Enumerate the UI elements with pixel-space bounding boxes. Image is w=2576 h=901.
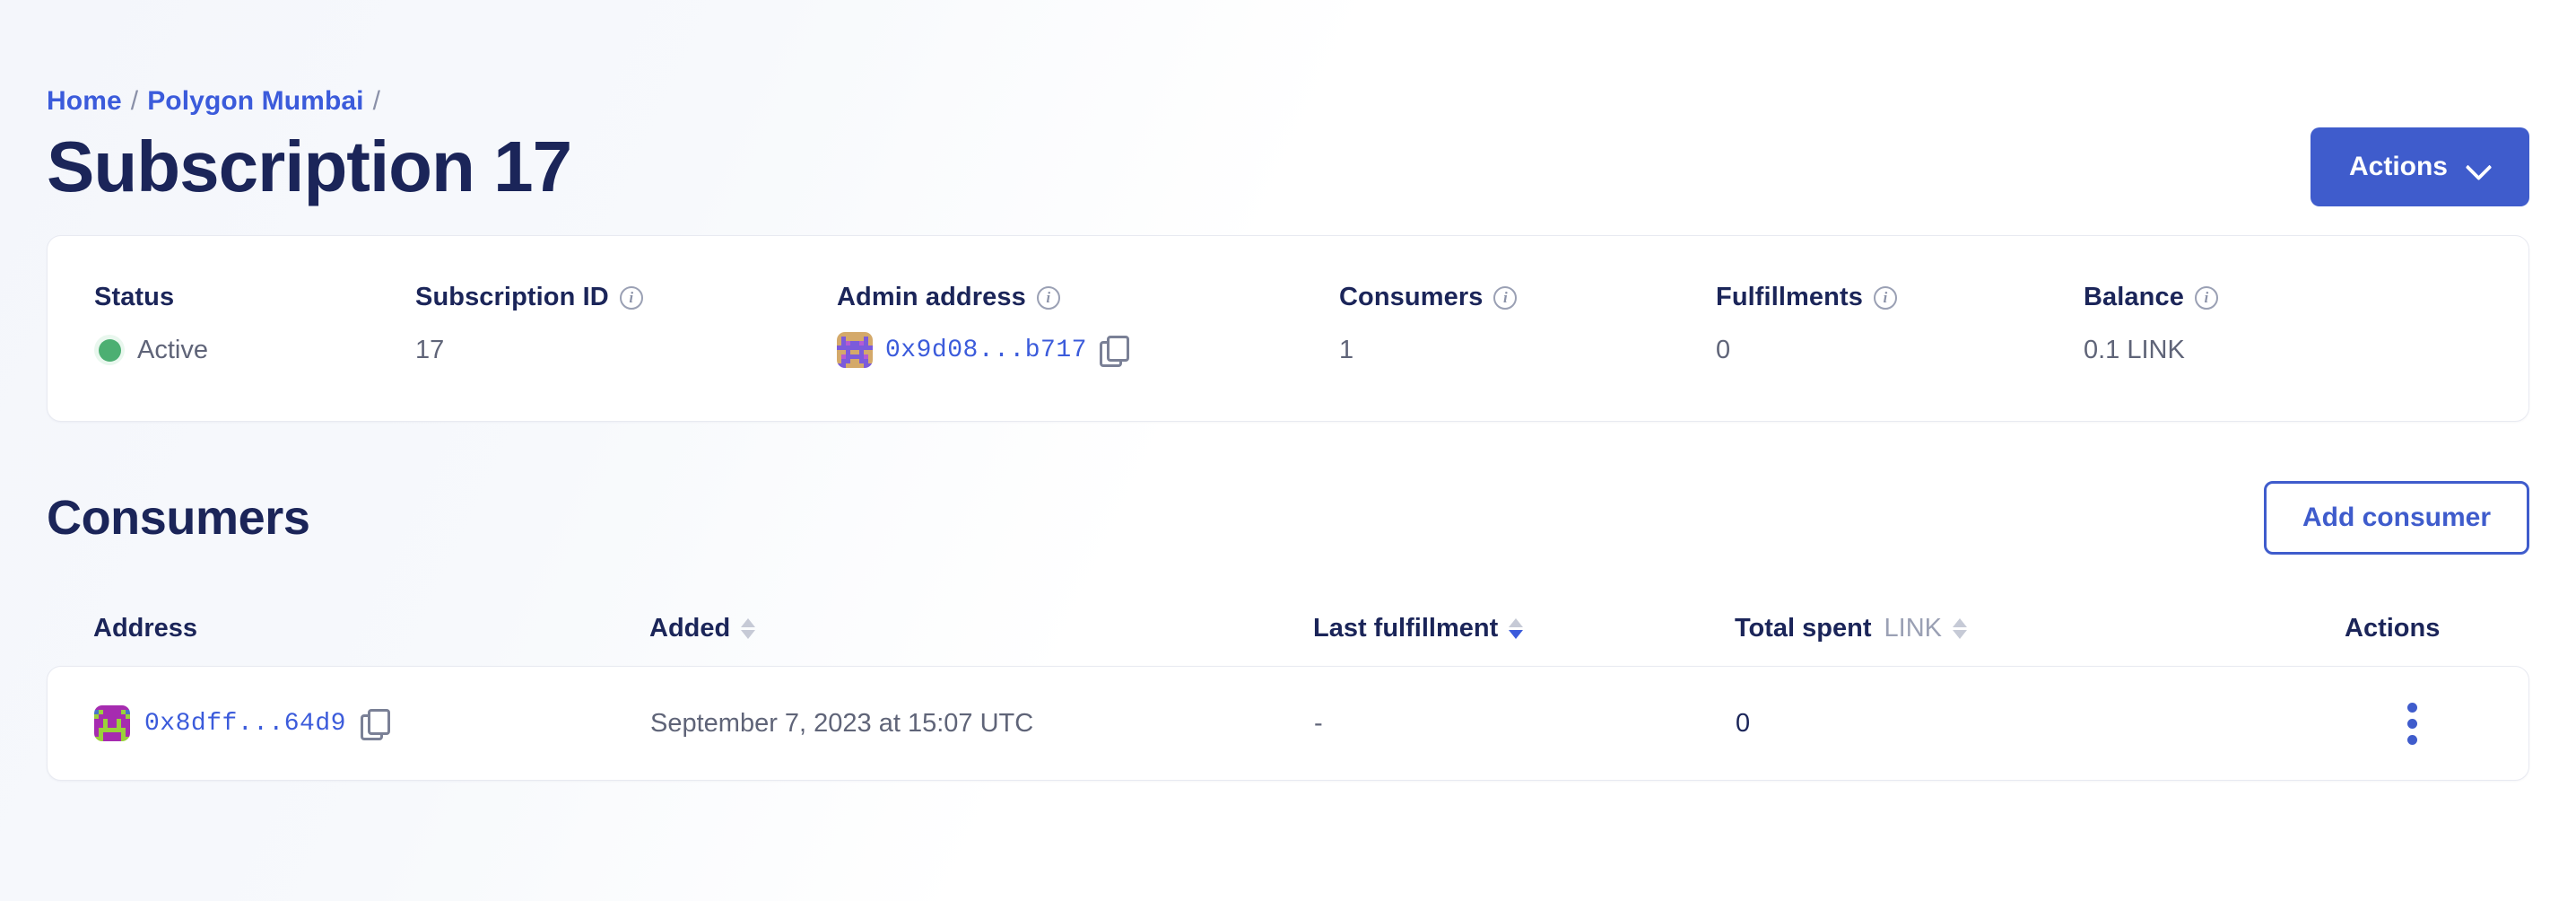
status-indicator-icon bbox=[94, 335, 125, 365]
stat-balance-label: Balance i bbox=[2084, 283, 2442, 312]
page-header: Subscription 17 Actions bbox=[47, 127, 2529, 206]
column-header-last-fulfillment-label: Last fulfillment bbox=[1313, 613, 1499, 643]
cell-last-fulfillment-text: - bbox=[1314, 708, 1323, 738]
table-row[interactable]: 0x8dff...64d9 September 7, 2023 at 15:07… bbox=[47, 666, 2529, 781]
actions-button[interactable]: Actions bbox=[2311, 127, 2529, 206]
column-header-added-label: Added bbox=[649, 613, 731, 643]
info-icon-balance[interactable]: i bbox=[2194, 285, 2218, 310]
stat-status-label: Status bbox=[94, 283, 415, 312]
breadcrumb-item-home[interactable]: Home bbox=[47, 86, 122, 117]
stat-fulfillments-value: 0 bbox=[1716, 335, 1731, 364]
column-header-total-spent[interactable]: Total spent LINK bbox=[1735, 614, 2345, 643]
stat-status-value: Active bbox=[94, 330, 415, 370]
stat-admin-address-label-text: Admin address bbox=[837, 283, 1026, 311]
column-header-address: Address bbox=[93, 614, 649, 643]
breadcrumb-item-network[interactable]: Polygon Mumbai bbox=[147, 86, 363, 117]
stat-subscription-id-label-text: Subscription ID bbox=[415, 283, 609, 311]
consumer-address-link[interactable]: 0x8dff...64d9 bbox=[144, 710, 346, 738]
stat-fulfillments-label: Fulfillments i bbox=[1716, 283, 2084, 312]
chevron-down-icon bbox=[2467, 155, 2491, 179]
column-header-added[interactable]: Added bbox=[649, 614, 1313, 643]
page-title: Subscription 17 bbox=[47, 127, 572, 206]
stat-admin-address-label: Admin address i bbox=[837, 283, 1339, 312]
subscription-summary-card: Status Active Subscription ID i 17 Admin… bbox=[47, 235, 2529, 422]
actions-button-label: Actions bbox=[2348, 152, 2448, 181]
stat-subscription-id: Subscription ID i 17 bbox=[415, 283, 837, 370]
cell-last-fulfillment: - bbox=[1314, 709, 1736, 739]
column-header-actions-label: Actions bbox=[2345, 613, 2441, 643]
stat-balance: Balance i 0.1 LINK bbox=[2084, 283, 2442, 370]
cell-actions bbox=[2345, 695, 2482, 752]
breadcrumb-separator-2: / bbox=[372, 86, 381, 116]
cell-added-text: September 7, 2023 at 15:07 UTC bbox=[650, 708, 1034, 738]
consumers-title: Consumers bbox=[47, 491, 310, 545]
sort-arrows-icon-last-fulfillment[interactable] bbox=[1509, 617, 1524, 639]
consumers-section-header: Consumers Add consumer bbox=[47, 481, 2529, 555]
cell-address: 0x8dff...64d9 bbox=[94, 705, 650, 741]
cell-total-spent-text: 0 bbox=[1736, 708, 1751, 738]
admin-address-blockie bbox=[837, 332, 873, 368]
add-consumer-button[interactable]: Add consumer bbox=[2263, 481, 2529, 555]
column-header-total-spent-label: Total spent bbox=[1735, 613, 1872, 643]
stat-balance-label-text: Balance bbox=[2084, 283, 2184, 311]
column-header-total-spent-unit: LINK bbox=[1884, 613, 1943, 643]
subscription-detail-page: Home / Polygon Mumbai / Subscription 17 … bbox=[0, 0, 2576, 901]
stat-subscription-id-value: 17 bbox=[415, 335, 445, 364]
info-icon-fulfillments[interactable]: i bbox=[1873, 285, 1897, 310]
admin-address-link[interactable]: 0x9d08...b717 bbox=[885, 337, 1087, 364]
stat-consumers-label-text: Consumers bbox=[1339, 283, 1484, 311]
consumer-address-blockie bbox=[94, 705, 130, 741]
stat-balance-value: 0.1 LINK bbox=[2084, 335, 2185, 364]
stat-fulfillments-label-text: Fulfillments bbox=[1716, 283, 1863, 311]
copy-icon-consumer-address[interactable] bbox=[360, 709, 390, 740]
column-header-address-label: Address bbox=[93, 613, 198, 643]
stat-fulfillments: Fulfillments i 0 bbox=[1716, 283, 2084, 370]
status-badge: Active bbox=[137, 335, 208, 364]
sort-arrows-icon-total-spent[interactable] bbox=[1953, 617, 1968, 639]
copy-icon-admin-address[interactable] bbox=[1099, 336, 1129, 367]
cell-added: September 7, 2023 at 15:07 UTC bbox=[650, 709, 1314, 739]
stat-status: Status Active bbox=[48, 283, 415, 370]
info-icon-subscription-id[interactable]: i bbox=[619, 285, 643, 310]
stat-status-label-text: Status bbox=[94, 283, 175, 311]
stat-admin-address-value: 0x9d08...b717 bbox=[837, 330, 1339, 370]
consumers-table-header: Address Added Last fulfillment Total spe… bbox=[47, 590, 2529, 666]
info-icon-consumers[interactable]: i bbox=[1493, 285, 1518, 310]
cell-total-spent: 0 bbox=[1736, 709, 2345, 739]
stat-consumers-value: 1 bbox=[1339, 335, 1354, 364]
stat-admin-address: Admin address i 0x9d08...b717 bbox=[837, 283, 1339, 370]
info-icon-admin-address[interactable]: i bbox=[1036, 285, 1060, 310]
sort-arrows-icon-added[interactable] bbox=[741, 617, 756, 639]
stat-consumers: Consumers i 1 bbox=[1339, 283, 1716, 370]
breadcrumb-separator: / bbox=[130, 86, 139, 116]
kebab-menu-icon[interactable] bbox=[2397, 695, 2428, 752]
stat-consumers-label: Consumers i bbox=[1339, 283, 1716, 312]
stat-subscription-id-label: Subscription ID i bbox=[415, 283, 837, 312]
column-header-last-fulfillment[interactable]: Last fulfillment bbox=[1313, 614, 1735, 643]
breadcrumb: Home / Polygon Mumbai / bbox=[47, 0, 2529, 117]
column-header-actions: Actions bbox=[2345, 614, 2493, 643]
